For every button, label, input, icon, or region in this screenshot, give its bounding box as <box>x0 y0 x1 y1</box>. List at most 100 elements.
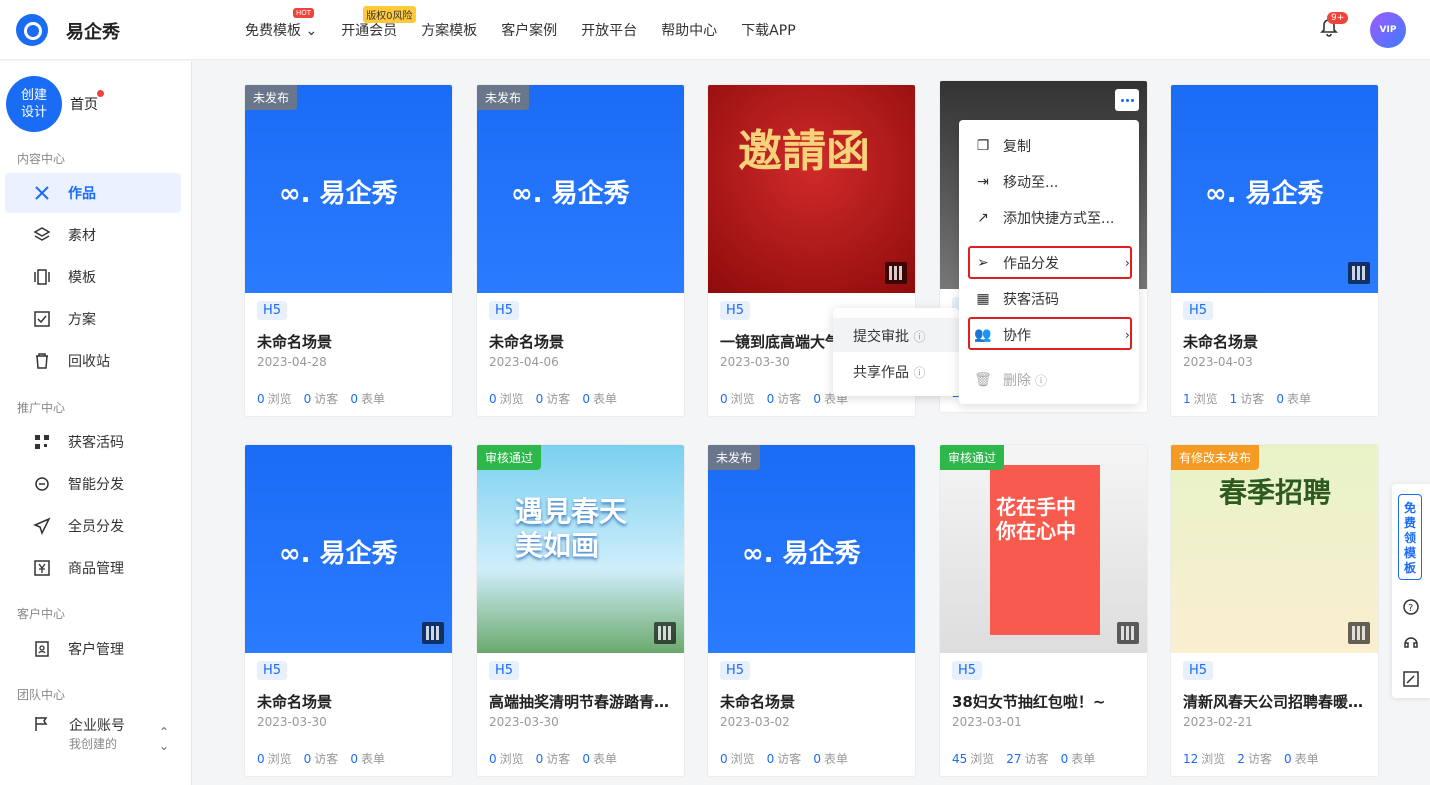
menu-move[interactable]: ⇥ 移动至... <box>975 170 1058 194</box>
card-title[interactable]: 未命名场景 <box>257 691 443 712</box>
qrcode-icon: ▦ <box>976 291 990 307</box>
help-circle-icon: ⓘ <box>913 366 926 380</box>
qrcode-icon[interactable] <box>654 622 676 644</box>
qrcode-icon <box>33 433 51 451</box>
sidebar-item-crm[interactable]: 客户管理 <box>5 629 181 669</box>
brand-logo-icon[interactable] <box>16 14 48 46</box>
card-date: 2023-03-30 <box>257 715 327 729</box>
menu-copy[interactable]: ❐ 复制 <box>975 134 1031 158</box>
nav-open-platform[interactable]: 开放平台 <box>581 20 637 40</box>
sidebar-item-home[interactable]: 首页 <box>70 94 98 114</box>
team-account-switcher[interactable]: 企业账号 我创建的 ⌃ ⌄ <box>33 715 169 753</box>
brand-name[interactable]: 易企秀 <box>66 18 120 44</box>
team-account-sub: 我创建的 <box>69 737 118 751</box>
work-card[interactable]: ∞. 易企秀 未发布 H5 未命名场景 2023-04-28 0 浏览 0 访客 0 表单 <box>244 84 453 417</box>
work-card[interactable]: ∞. 易企秀 H5 未命名场景 2023-03-30 0 浏览 0 访客 0 表单 <box>244 444 453 777</box>
card-date: 2023-04-28 <box>257 355 327 369</box>
help-icon[interactable]: ? <box>1402 598 1420 616</box>
sidebar-item-templates[interactable]: 模板 <box>5 257 181 297</box>
card-thumbnail[interactable]: ∞. 易企秀 <box>245 85 452 293</box>
sidebar-item-smart[interactable]: 智能分发 <box>5 464 181 504</box>
thumb-brand-logo: ∞. 易企秀 <box>1205 179 1324 209</box>
user-avatar[interactable]: VIP <box>1370 12 1406 48</box>
more-options-button[interactable] <box>1115 89 1139 111</box>
sidebar-item-plans[interactable]: 方案 <box>5 299 181 339</box>
card-thumbnail[interactable]: ∞. 易企秀 <box>708 445 915 653</box>
free-template-button[interactable]: 免费领模板 <box>1398 494 1422 580</box>
top-header: 易企秀 免费模板 ⌄ HOT 开通会员 版权0风险 方案模板 客户案例 开放平台 帮… <box>0 0 1430 60</box>
section-customer: 客户中心 <box>17 607 66 621</box>
work-card[interactable]: ∞. 易企秀 未发布 H5 未命名场景 2023-04-06 0 浏览 0 访客 0 表单 <box>476 84 685 417</box>
menu-delete[interactable]: 🗑 删除 ⓘ <box>974 368 1047 392</box>
thumb-poster: 花在手中 你在心中 <box>990 465 1100 635</box>
card-date: 2023-04-03 <box>1183 355 1253 369</box>
work-card[interactable]: ∞. 易企秀 H5 未命名场景 2023-04-03 1 浏览 1 访客 0 表单 <box>1170 84 1379 417</box>
thumb-brand-logo: ∞. 易企秀 <box>279 539 398 569</box>
sidebar-item-label: 智能分发 <box>68 477 124 493</box>
notification-count-badge: 9+ <box>1327 12 1349 24</box>
card-title[interactable]: 未命名场景 <box>489 331 675 352</box>
nav-plan-templates[interactable]: 方案模板 <box>421 20 477 40</box>
share-work-item[interactable]: 共享作品 ⓘ <box>853 362 925 382</box>
sidebar-item-recycle[interactable]: 回收站 <box>5 341 181 381</box>
submit-approval-item[interactable]: 提交审批 ⓘ <box>853 326 925 346</box>
sidebar-item-label: 模板 <box>68 270 96 286</box>
status-badge: 审核通过 <box>940 445 1005 470</box>
headset-icon[interactable] <box>1402 634 1420 652</box>
card-stats: 12 浏览 2 访客 0 表单 <box>1183 752 1319 766</box>
edit-icon[interactable] <box>1402 670 1420 688</box>
work-card[interactable]: 遇見春天 美如画 审核通过 H5 高端抽奖清明节春游踏青幼… 2023-03-3… <box>476 444 685 777</box>
sidebar-item-label: 回收站 <box>68 354 110 370</box>
work-card[interactable]: 花在手中 你在心中 审核通过 H5 38妇女节抽红包啦！~ 2023-03-01… <box>939 444 1148 777</box>
sidebar-item-goods[interactable]: 商品管理 <box>5 548 181 588</box>
card-title[interactable]: 高端抽奖清明节春游踏青幼… <box>489 691 675 712</box>
sidebar-item-label: 作品 <box>68 186 96 202</box>
smart-distribute-icon <box>33 475 51 493</box>
sidebar-item-label: 客户管理 <box>68 642 124 658</box>
tools-icon <box>33 184 51 202</box>
card-date: 2023-03-30 <box>489 715 559 729</box>
thumb-brand-logo: ∞. 易企秀 <box>742 539 861 569</box>
qrcode-icon[interactable] <box>885 262 907 284</box>
nav-cases[interactable]: 客户案例 <box>501 20 557 40</box>
nav-download-app[interactable]: 下载APP <box>741 20 795 40</box>
nav-free-templates[interactable]: 免费模板 ⌄ HOT <box>245 8 317 40</box>
card-date: 2023-03-30 <box>720 355 790 369</box>
type-tag: H5 <box>1183 661 1214 680</box>
qrcode-icon[interactable] <box>1117 622 1139 644</box>
card-title[interactable]: 未命名场景 <box>720 691 906 712</box>
qrcode-icon[interactable] <box>1348 262 1370 284</box>
highlight-distribute <box>968 246 1132 279</box>
status-badge: 未发布 <box>708 445 761 470</box>
work-card[interactable]: ∞. 易企秀 未发布 H5 未命名场景 2023-03-02 0 浏览 0 访客 0 表单 <box>707 444 916 777</box>
move-icon: ⇥ <box>977 174 989 190</box>
card-title[interactable]: 未命名场景 <box>1183 331 1369 352</box>
nav-membership[interactable]: 开通会员 版权0风险 <box>341 6 416 40</box>
work-card[interactable]: 春季招聘 有修改未发布 H5 清新风春天公司招聘春暖花… 2023-02-21 … <box>1170 444 1379 777</box>
type-tag: H5 <box>489 301 520 320</box>
status-badge: 审核通过 <box>477 445 542 470</box>
menu-leads[interactable]: ▦ 获客活码 <box>975 287 1059 311</box>
type-tag: H5 <box>489 661 520 680</box>
layers-icon <box>33 226 51 244</box>
card-date: 2023-02-21 <box>1183 715 1253 729</box>
create-design-button[interactable]: 创建设计 <box>6 76 62 132</box>
card-date: 2023-03-01 <box>952 715 1022 729</box>
status-badge: 有修改未发布 <box>1171 445 1260 470</box>
menu-shortcut[interactable]: ↗ 添加快捷方式至... <box>975 206 1114 230</box>
card-thumbnail[interactable]: ∞. 易企秀 <box>477 85 684 293</box>
sidebar-item-all[interactable]: 全员分发 <box>5 506 181 546</box>
nav-help[interactable]: 帮助中心 <box>661 20 717 40</box>
sidebar-item-works[interactable]: 作品 <box>5 173 181 213</box>
card-title[interactable]: 清新风春天公司招聘春暖花… <box>1183 691 1369 712</box>
sidebar-item-materials[interactable]: 素材 <box>5 215 181 255</box>
card-title[interactable]: 38妇女节抽红包啦！~ <box>952 691 1138 712</box>
qrcode-icon[interactable] <box>422 622 444 644</box>
sidebar-item-leads[interactable]: 获客活码 <box>5 422 181 462</box>
qrcode-icon[interactable] <box>1348 622 1370 644</box>
checklist-icon <box>33 310 51 328</box>
team-account-name: 企业账号 <box>69 718 125 734</box>
home-notification-dot <box>97 90 104 97</box>
sidebar: 创建设计 首页 内容中心 作品 素材 模板 方案 回收站 推广中心 获客活码 智… <box>0 61 192 785</box>
card-title[interactable]: 未命名场景 <box>257 331 443 352</box>
